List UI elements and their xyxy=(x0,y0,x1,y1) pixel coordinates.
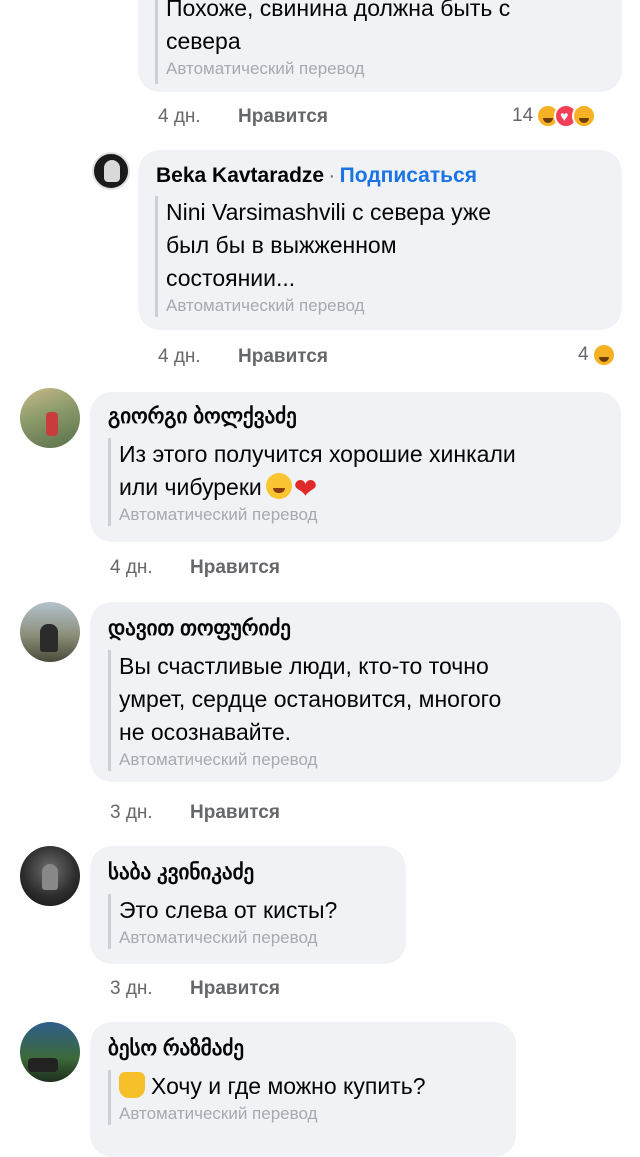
separator-dot: · xyxy=(328,165,336,187)
comment-text-line: Nini Varsimashvili с севера уже xyxy=(166,199,492,225)
comment-meta: 3 дн. Нравится xyxy=(110,802,280,824)
comment-text-line: Это слева от кисты? xyxy=(119,897,338,923)
translation-label[interactable]: Автоматический перевод xyxy=(166,295,595,317)
author-name[interactable]: საბა კვინიკაძე xyxy=(108,860,254,885)
follow-button[interactable]: Подписаться xyxy=(340,164,477,187)
author-name[interactable]: დავით თოფურიძე xyxy=(108,616,291,641)
comment-quote: Это слева от кисты? Автоматический перев… xyxy=(108,894,398,949)
like-button[interactable]: Нравится xyxy=(190,978,280,999)
comment-text-part: или чибуреки xyxy=(119,474,262,500)
reaction-count: 4 xyxy=(578,344,589,365)
reaction-count: 14 xyxy=(512,105,534,126)
raised-hand-icon xyxy=(119,1072,145,1098)
like-button[interactable]: Нравится xyxy=(238,106,328,127)
comment-quote: Хочу и где можно купить? Автоматический … xyxy=(108,1070,508,1125)
reaction-summary[interactable]: 4 xyxy=(578,343,616,367)
avatar[interactable] xyxy=(20,602,80,662)
comment-time[interactable]: 3 дн. xyxy=(110,802,153,823)
avatar[interactable] xyxy=(20,1022,80,1082)
like-button[interactable]: Нравится xyxy=(190,557,280,578)
comment-time[interactable]: 3 дн. xyxy=(110,978,153,999)
avatar[interactable] xyxy=(20,846,80,906)
comment-quote: Похоже, свинина должна быть с севера Авт… xyxy=(155,0,595,84)
comment-quote: Из этого получится хорошие хинкали или ч… xyxy=(108,438,613,526)
comment-text-line: был бы в выжженном xyxy=(166,232,397,258)
comment-text-line: Из этого получится хорошие хинкали xyxy=(119,441,516,467)
translation-label[interactable]: Автоматический перевод xyxy=(166,58,595,80)
translation-label[interactable]: Автоматический перевод xyxy=(119,504,613,526)
like-button[interactable]: Нравится xyxy=(190,802,280,823)
care-reaction-icon xyxy=(572,104,597,128)
comment-meta: 4 дн. Нравится xyxy=(158,346,328,368)
comment-text-line: севера xyxy=(166,28,241,54)
comment-header: Beka Kavtaradze · Подписаться xyxy=(156,164,477,188)
avatar[interactable] xyxy=(92,152,130,190)
comment-text-line: или чибуреки ❤ xyxy=(119,471,613,504)
comment-text-line: Похоже, свинина должна быть с xyxy=(166,0,511,21)
translation-label[interactable]: Автоматический перевод xyxy=(119,1103,508,1125)
translation-label[interactable]: Автоматический перевод xyxy=(119,927,398,949)
comment-text-line: состоянии... xyxy=(166,265,296,291)
author-name[interactable]: ბესო რაზმაძე xyxy=(108,1036,244,1061)
translation-label[interactable]: Автоматический перевод xyxy=(119,749,613,771)
author-name[interactable]: Beka Kavtaradze xyxy=(156,164,324,187)
comment-meta: 4 дн. Нравится xyxy=(110,557,280,579)
comment-quote: Вы счастливые люди, кто-то точно умрет, … xyxy=(108,650,613,771)
comment-time[interactable]: 4 дн. xyxy=(158,346,201,367)
author-name[interactable]: გიორგი ბოლქვაძე xyxy=(108,404,297,429)
red-heart-icon: ❤ xyxy=(293,473,318,504)
drooling-face-icon xyxy=(265,473,292,499)
comment-text-part: Хочу и где можно купить? xyxy=(151,1073,426,1099)
comment-text-line: умрет, сердце остановится, многого xyxy=(119,686,502,712)
comment-text-line: не осознавайте. xyxy=(119,719,292,745)
reaction-summary[interactable]: 14 xyxy=(512,104,597,128)
comment-meta: 3 дн. Нравится xyxy=(110,978,280,1000)
comment-quote: Nini Varsimashvili с севера уже был бы в… xyxy=(155,196,595,317)
avatar[interactable] xyxy=(20,388,80,448)
comment-text-line: Хочу и где можно купить? xyxy=(119,1070,508,1103)
like-button[interactable]: Нравится xyxy=(238,346,328,367)
comment-meta: 4 дн. Нравится xyxy=(158,106,328,128)
comment-text-line: Вы счастливые люди, кто-то точно xyxy=(119,653,489,679)
comment-time[interactable]: 4 дн. xyxy=(110,557,153,578)
haha-reaction-icon xyxy=(591,343,616,367)
comment-time[interactable]: 4 дн. xyxy=(158,106,201,127)
